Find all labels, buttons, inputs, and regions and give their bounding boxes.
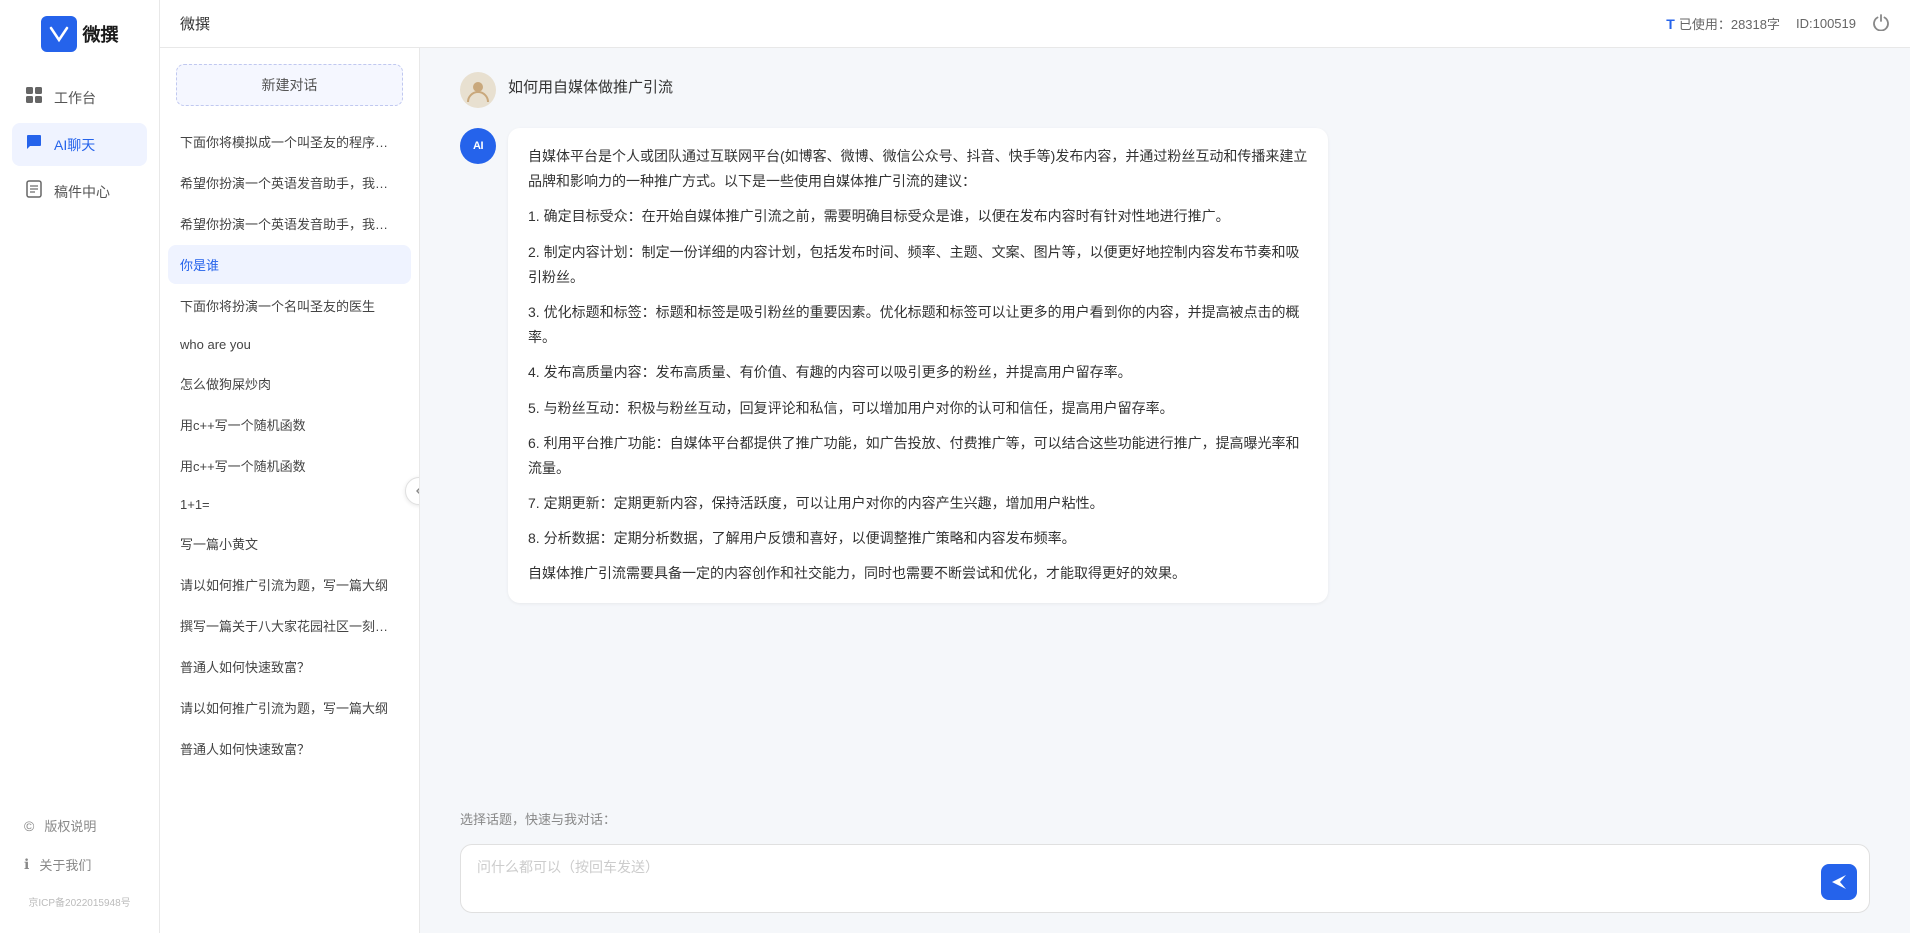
ai-response-paragraph: 自媒体平台是个人或团队通过互联网平台(如博客、微博、微信公众号、抖音、快手等)发… [528,144,1308,194]
nav-items: 工作台 AI聊天 稿件中心 [0,76,159,213]
new-conversation-button[interactable]: 新建对话 [176,64,403,106]
about-icon: ℹ [24,856,29,873]
conversation-item[interactable]: 撰写一篇关于八大家花园社区一刻钟便民生... [168,606,411,645]
conversation-item[interactable]: who are you [168,327,411,362]
send-button[interactable] [1821,864,1857,900]
header: 微撰 T 已使用：28318字 ID:100519 [160,0,1910,48]
sidebar-item-workbench[interactable]: 工作台 [12,76,147,119]
copyright-icon: © [24,818,34,834]
quick-prompt-area: 选择话题，快速与我对话： [420,801,1910,832]
usage-display: T 已使用：28318字 [1666,14,1780,33]
logo-text: 微撰 [83,21,119,47]
ai-chat-icon [24,133,44,156]
conversation-item[interactable]: 你是谁 [168,245,411,284]
ai-response-paragraph: 5. 与粉丝互动：积极与粉丝互动，回复评论和私信，可以增加用户对你的认可和信任，… [528,396,1308,421]
copyright-label: 版权说明 [44,816,96,835]
sidebar-bottom: © 版权说明 ℹ 关于我们 京ICP备2022015948号 [0,808,159,917]
sidebar-item-about[interactable]: ℹ 关于我们 [12,847,147,882]
conversation-item[interactable]: 下面你将扮演一个名叫圣友的医生 [168,286,411,325]
ai-avatar: AI [460,128,496,164]
ai-response-paragraph: 7. 定期更新：定期更新内容，保持活跃度，可以让用户对你的内容产生兴趣，增加用户… [528,491,1308,516]
conversation-items: 下面你将模拟成一个叫圣友的程序员，我说...希望你扮演一个英语发音助手，我提供给… [160,122,419,933]
ai-response-paragraph: 1. 确定目标受众：在开始自媒体推广引流之前，需要明确目标受众是谁，以便在发布内… [528,204,1308,229]
conversation-item[interactable]: 下面你将模拟成一个叫圣友的程序员，我说... [168,122,411,161]
user-message-text: 如何用自媒体做推广引流 [508,72,673,101]
conversation-item[interactable]: 希望你扮演一个英语发音助手，我提供给你... [168,163,411,202]
conversation-item[interactable]: 普通人如何快速致富？ [168,647,411,686]
ai-message: AI 自媒体平台是个人或团队通过互联网平台(如博客、微博、微信公众号、抖音、快手… [460,128,1870,603]
sidebar-item-drafts[interactable]: 稿件中心 [12,170,147,213]
sidebar-item-copyright[interactable]: © 版权说明 [12,808,147,843]
main: 微撰 T 已使用：28318字 ID:100519 新建对话 下面你将模拟成一个… [160,0,1910,933]
drafts-label: 稿件中心 [54,182,110,202]
ai-response-paragraph: 自媒体推广引流需要具备一定的内容创作和社交能力，同时也需要不断尝试和优化，才能取… [528,561,1308,586]
conversation-item[interactable]: 用c++写一个随机函数 [168,405,411,444]
conversation-item[interactable]: 普通人如何快速致富？ [168,729,411,768]
conversation-item[interactable]: 请以如何推广引流为题，写一篇大纲 [168,688,411,727]
icp-text: 京ICP备2022015948号 [12,886,147,917]
workbench-icon [24,86,44,109]
conversation-item[interactable]: 请以如何推广引流为题，写一篇大纲 [168,565,411,604]
input-box [460,844,1870,913]
logo: 微撰 [25,16,135,52]
chat-panel: 如何用自媒体做推广引流 AI 自媒体平台是个人或团队通过互联网平台(如博客、微博… [420,48,1910,933]
about-label: 关于我们 [39,855,91,874]
usage-text: 已使用：28318字 [1679,14,1780,33]
sidebar-item-ai-chat[interactable]: AI聊天 [12,123,147,166]
user-message: 如何用自媒体做推广引流 [460,72,1870,108]
content-area: 新建对话 下面你将模拟成一个叫圣友的程序员，我说...希望你扮演一个英语发音助手… [160,48,1910,933]
usage-icon: T [1666,16,1675,32]
conversation-item[interactable]: 写一篇小黄文 [168,524,411,563]
input-area [420,832,1910,933]
quick-prompt-label: 选择话题，快速与我对话： [460,812,616,827]
id-text: ID:100519 [1796,16,1856,31]
ai-response-paragraph: 2. 制定内容计划：制定一份详细的内容计划，包括发布时间、频率、主题、文案、图片… [528,240,1308,290]
workbench-label: 工作台 [54,88,96,108]
chat-messages: 如何用自媒体做推广引流 AI 自媒体平台是个人或团队通过互联网平台(如博客、微博… [420,48,1910,801]
drafts-icon [24,180,44,203]
header-right: T 已使用：28318字 ID:100519 [1666,13,1890,34]
ai-chat-label: AI聊天 [54,135,95,155]
conversation-item[interactable]: 希望你扮演一个英语发音助手，我提供给你... [168,204,411,243]
ai-response-paragraph: 8. 分析数据：定期分析数据，了解用户反馈和喜好，以便调整推广策略和内容发布频率… [528,526,1308,551]
conversation-item[interactable]: 1+1= [168,487,411,522]
header-title: 微撰 [180,13,210,34]
conversation-item[interactable]: 用c++写一个随机函数 [168,446,411,485]
chat-input[interactable] [477,857,1819,897]
conversation-list: 新建对话 下面你将模拟成一个叫圣友的程序员，我说...希望你扮演一个英语发音助手… [160,48,420,933]
ai-response-paragraph: 4. 发布高质量内容：发布高质量、有价值、有趣的内容可以吸引更多的粉丝，并提高用… [528,360,1308,385]
logo-icon [41,16,77,52]
sidebar: 微撰 工作台 AI聊天 [0,0,160,933]
conversation-item[interactable]: 怎么做狗屎炒肉 [168,364,411,403]
ai-message-bubble: 自媒体平台是个人或团队通过互联网平台(如博客、微博、微信公众号、抖音、快手等)发… [508,128,1328,603]
user-avatar [460,72,496,108]
ai-response-paragraph: 6. 利用平台推广功能：自媒体平台都提供了推广功能，如广告投放、付费推广等，可以… [528,431,1308,481]
ai-response-paragraph: 3. 优化标题和标签：标题和标签是吸引粉丝的重要因素。优化标题和标签可以让更多的… [528,300,1308,350]
power-icon[interactable] [1872,13,1890,34]
